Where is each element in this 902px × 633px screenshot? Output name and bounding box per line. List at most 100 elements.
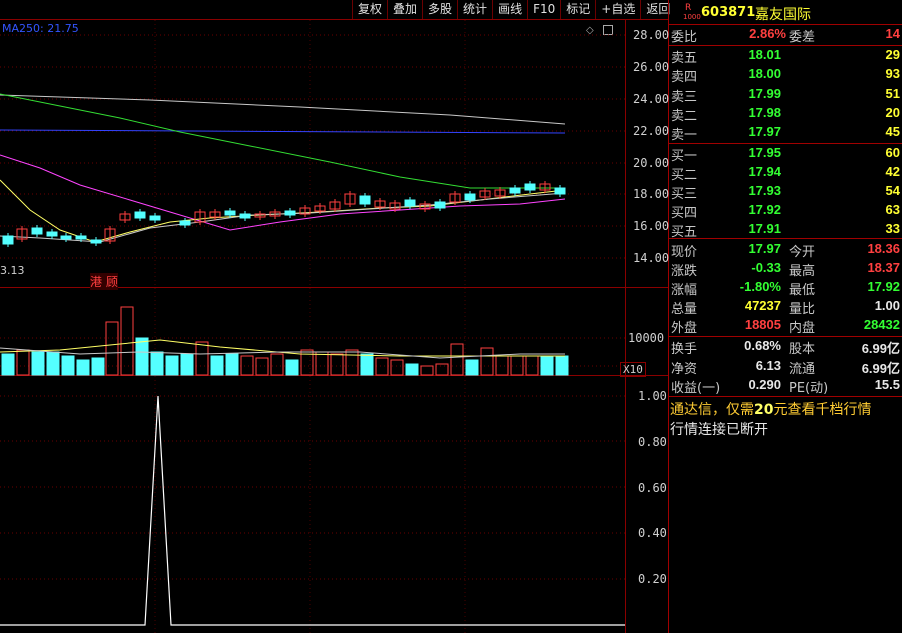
candle-body — [404, 199, 416, 207]
volume-bar — [330, 353, 344, 376]
ask-row[interactable]: 卖一 17.97 45 — [669, 124, 902, 143]
candle-body — [90, 239, 102, 244]
order-price: 17.95 — [748, 145, 781, 160]
candle-body — [134, 211, 146, 219]
stat-label: 现价 — [671, 245, 698, 260]
order-volume: 33 — [885, 221, 900, 236]
stat-label: 涨跌 — [671, 264, 698, 279]
stat-value: 15.5 — [874, 377, 900, 392]
volume-bar — [61, 355, 75, 376]
order-price: 18.01 — [748, 47, 781, 62]
candle-body — [524, 183, 536, 191]
stat-value: 6.99亿 — [861, 360, 900, 376]
divider — [669, 396, 902, 397]
candle-body — [509, 187, 521, 194]
candle-body — [464, 193, 476, 201]
stat-label: 外盘 — [671, 321, 698, 336]
volume-bar — [435, 363, 449, 376]
indicator-line — [0, 395, 625, 626]
stat-value: 6.99亿 — [861, 341, 900, 356]
fundamental-row: 净资 6.13 流通 6.99亿 — [669, 358, 902, 377]
bid-row[interactable]: 买三 17.93 54 — [669, 183, 902, 202]
chart-grid — [0, 20, 625, 633]
stat-value: 18805 — [744, 317, 781, 332]
volume-bar — [210, 355, 224, 376]
divider — [669, 143, 902, 144]
stock-header: R 1000 603871 嘉友国际 — [669, 2, 902, 24]
stat-value: 1.00 — [874, 298, 900, 313]
ma-line-yellow — [0, 179, 566, 243]
stat-value: 6.13 — [755, 357, 781, 373]
stat-row: 涨跌 -0.33 最高 18.37 — [669, 260, 902, 279]
order-label: 卖三 — [671, 89, 698, 105]
order-label: 卖二 — [671, 108, 698, 124]
volume-bar — [76, 359, 90, 376]
ask-row[interactable]: 卖三 17.99 51 — [669, 86, 902, 105]
volume-bars — [0, 306, 569, 376]
ask-row[interactable]: 卖四 18.00 93 — [669, 66, 902, 85]
stat-row: 总量 47237 量比 1.00 — [669, 298, 902, 317]
order-volume: 51 — [885, 85, 900, 101]
volume-bar — [465, 359, 479, 376]
order-label: 买三 — [671, 187, 698, 202]
order-price: 17.92 — [748, 202, 781, 217]
kline-chart[interactable] — [0, 0, 668, 633]
stat-label: 涨幅 — [671, 283, 698, 298]
stat-value: 28432 — [863, 317, 900, 332]
volume-bar — [31, 351, 45, 376]
volume-bar — [225, 353, 239, 376]
ask-row[interactable]: 卖五 18.01 29 — [669, 47, 902, 66]
ask-row[interactable]: 卖二 17.98 20 — [669, 105, 902, 124]
order-label: 买一 — [671, 149, 698, 164]
order-volume: 93 — [885, 66, 900, 82]
volume-bar — [120, 306, 134, 376]
order-label: 卖一 — [671, 128, 698, 144]
ma-line-short — [0, 192, 566, 243]
stock-code: 603871 — [701, 5, 756, 20]
order-price: 17.99 — [748, 85, 781, 101]
stat-value: 0.290 — [748, 377, 781, 392]
stat-value: 17.92 — [867, 279, 900, 294]
volume-bar — [285, 359, 299, 376]
stock-name: 嘉友国际 — [755, 7, 811, 23]
stat-value: -0.33 — [751, 260, 781, 275]
volume-bar — [450, 343, 464, 376]
order-volume: 29 — [885, 47, 900, 62]
candle-body — [284, 210, 296, 216]
order-label: 买四 — [671, 206, 698, 221]
candle-body — [359, 195, 371, 205]
bid-row[interactable]: 买四 17.92 63 — [669, 202, 902, 221]
bid-row[interactable]: 买二 17.94 42 — [669, 164, 902, 183]
bid-row[interactable]: 买一 17.95 60 — [669, 145, 902, 164]
stat-value: 18.37 — [867, 260, 900, 275]
indicator-line — [0, 395, 625, 626]
volume-bar — [135, 337, 149, 376]
stat-label: 净资 — [671, 361, 698, 377]
order-price: 17.98 — [748, 104, 781, 120]
stat-value: 47237 — [744, 298, 781, 313]
candle-body — [2, 235, 14, 245]
ratio-label: 委比 — [671, 30, 698, 45]
stat-label: 股本 — [789, 342, 816, 357]
volume-bar — [195, 341, 209, 376]
notice-suffix: 元查看千档行情 — [773, 402, 872, 418]
order-volume: 42 — [885, 164, 900, 179]
stat-row: 外盘 18805 内盘 28432 — [669, 317, 902, 336]
stat-row: 现价 17.97 今开 18.36 — [669, 241, 902, 260]
order-price: 17.94 — [748, 164, 781, 179]
order-volume: 60 — [885, 145, 900, 160]
volume-bar — [420, 365, 434, 376]
fundamental-row: 收益(一) 0.290 PE(动) 15.5 — [669, 377, 902, 396]
volume-bar — [480, 347, 494, 376]
upgrade-notice[interactable]: 通达信，仅需20元查看千档行情 — [670, 399, 871, 419]
volume-bar — [555, 355, 569, 376]
stat-label: 内盘 — [789, 321, 816, 336]
stat-label: 总量 — [671, 302, 698, 317]
volume-bar — [46, 351, 60, 376]
candle-body — [179, 220, 191, 226]
stat-value: -1.80% — [739, 279, 781, 294]
stat-value: 0.68% — [744, 338, 781, 353]
volume-bar — [315, 351, 329, 376]
fundamental-row: 换手 0.68% 股本 6.99亿 — [669, 338, 902, 357]
order-price: 17.97 — [748, 124, 781, 140]
